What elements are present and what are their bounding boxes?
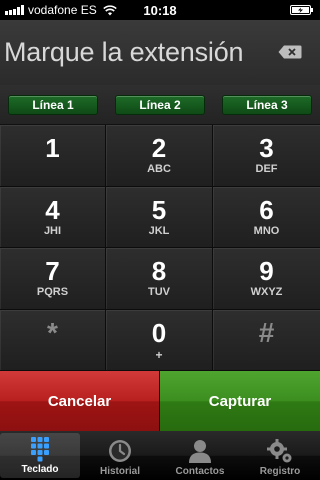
key-digit: 7 <box>45 256 60 287</box>
tab-register[interactable]: Registro <box>240 431 320 480</box>
tab-contacts[interactable]: Contactos <box>160 431 240 480</box>
capture-button[interactable]: Capturar <box>160 371 320 431</box>
tab-label: Contactos <box>175 466 225 477</box>
key-3[interactable]: 3 DEF <box>213 125 320 187</box>
keypad-icon <box>31 437 49 462</box>
key-2[interactable]: 2 ABC <box>106 125 213 187</box>
action-bar: Cancelar Capturar <box>0 371 320 431</box>
gear-icon <box>267 439 292 463</box>
key-0[interactable]: 0 + <box>106 309 213 371</box>
key-digit: 6 <box>259 194 274 225</box>
key-letters: DEF <box>255 163 278 176</box>
key-letters: WXYZ <box>250 286 283 299</box>
key-digit: 8 <box>151 256 167 287</box>
dial-keypad: 1 2 ABC 3 DEF 4 JHI 5 JKL 6 MNO 7 PQRS 8 TUV 9W… <box>0 125 320 371</box>
tab-history[interactable]: Historial <box>80 431 160 480</box>
line-2-button[interactable]: Línea 2 <box>115 95 205 115</box>
key-star[interactable]: * <box>0 309 106 371</box>
key-8[interactable]: 8 TUV <box>106 248 213 310</box>
status-time: 10:18 <box>143 2 177 18</box>
tab-bar: Teclado Historial Contactos Registro <box>0 431 320 480</box>
backspace-icon[interactable] <box>278 45 302 59</box>
key-letters: JKL <box>148 224 170 237</box>
key-letters: ABC <box>147 163 171 176</box>
key-letters: JHI <box>43 224 62 237</box>
extension-display: Marque la extensión <box>0 20 320 85</box>
line-selector: Línea 1 Línea 2 Línea 3 <box>0 85 320 125</box>
line-1-button[interactable]: Línea 1 <box>8 95 98 115</box>
key-digit: 9 <box>259 256 274 287</box>
key-1[interactable]: 1 <box>0 125 106 187</box>
key-digit: 5 <box>151 194 167 225</box>
key-5[interactable]: 5 JKL <box>106 186 213 248</box>
key-digit: 4 <box>45 194 60 225</box>
key-9[interactable]: 9 WXYZ <box>213 248 320 310</box>
clock-icon <box>109 440 131 462</box>
key-7[interactable]: 7 PQRS <box>0 248 106 310</box>
key-digit: 0 <box>151 317 167 348</box>
key-letters: + <box>155 347 163 362</box>
tab-label: Registro <box>259 466 301 477</box>
battery-charging-icon <box>290 5 313 15</box>
key-6[interactable]: 6 MNO <box>213 186 320 248</box>
key-digit: * <box>47 316 58 348</box>
status-bar: vodafone ES 10:18 <box>0 0 320 20</box>
key-digit: 2 <box>151 133 167 164</box>
key-4[interactable]: 4 JHI <box>0 186 106 248</box>
key-digit: # <box>258 316 275 348</box>
tab-label: Historial <box>99 466 140 477</box>
page-title: Marque la extensión <box>4 37 244 67</box>
key-letters: TUV <box>148 286 170 299</box>
line-3-button[interactable]: Línea 3 <box>222 95 312 115</box>
cancel-button[interactable]: Cancelar <box>0 371 160 431</box>
tab-label: Teclado <box>21 464 59 475</box>
contacts-icon <box>189 440 211 463</box>
key-digit: 1 <box>45 133 60 164</box>
key-hash[interactable]: # <box>213 309 320 371</box>
key-letters: PQRS <box>36 286 69 299</box>
tab-keypad[interactable]: Teclado <box>0 433 80 478</box>
key-letters: MNO <box>253 224 280 237</box>
key-digit: 3 <box>259 133 274 164</box>
